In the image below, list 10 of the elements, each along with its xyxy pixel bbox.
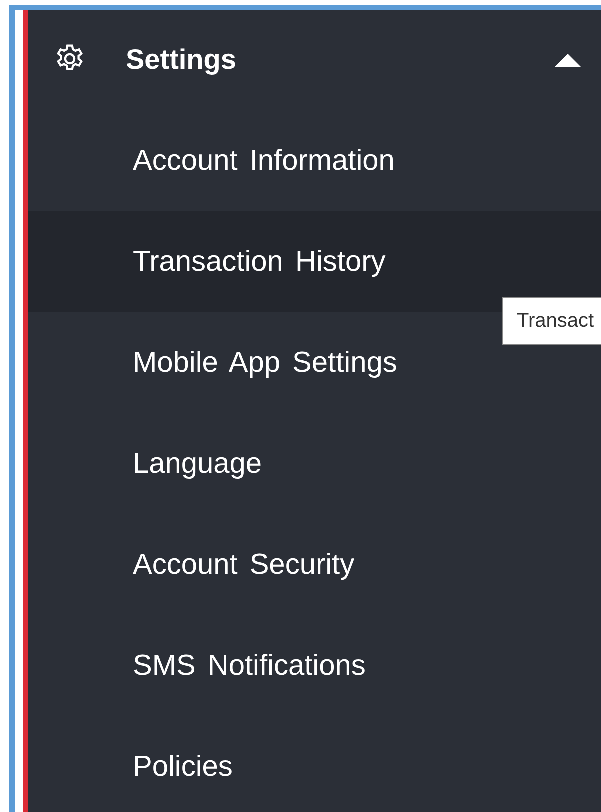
menu-item[interactable]: SMS Notifications — [133, 646, 366, 686]
menu-item[interactable]: Transaction History — [133, 242, 386, 282]
menu-item[interactable]: Account Security — [133, 544, 355, 584]
tooltip: Transact — [502, 297, 601, 345]
menu-item[interactable]: Policies — [133, 746, 233, 786]
menu-item[interactable]: Language — [133, 444, 262, 484]
menu-title: Settings — [126, 44, 238, 76]
menu-header[interactable]: Settings — [28, 10, 601, 110]
menu-item[interactable]: Account Information — [133, 140, 395, 180]
menu-item[interactable]: Mobile App Settings — [133, 342, 398, 382]
